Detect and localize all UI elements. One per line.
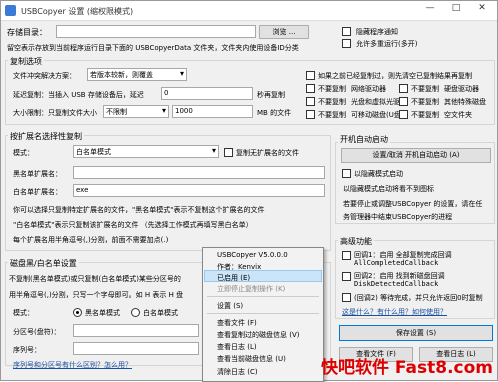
- allow-multi-checkbox[interactable]: [342, 39, 351, 48]
- size-limit-select[interactable]: 不限制: [103, 105, 169, 118]
- clear-before-copy-checkbox[interactable]: [306, 71, 315, 80]
- menu-item-enabled[interactable]: 已启用 (E): [217, 273, 250, 283]
- hide-notify-label: 隐藏程序通知: [356, 28, 398, 36]
- disk-mode-label: 模式：: [13, 309, 34, 317]
- delay-input[interactable]: 0: [161, 87, 253, 100]
- no-copy-label: 不要复制: [411, 111, 439, 119]
- delay-label: 延迟复制：当插入 USB 存储设备后，延迟: [13, 91, 144, 99]
- no-copy-label: 不要复制: [411, 98, 439, 106]
- conflict-select[interactable]: 若版本较新，则覆盖: [87, 68, 187, 81]
- extension-filter-title: 按扩展名选择性复制: [8, 131, 84, 142]
- startup-desc-2: 若要停止或调整USBCopyer 的设置，请在任: [343, 200, 483, 208]
- no-copy-label: 不要复制: [318, 85, 346, 93]
- serial-input[interactable]: [73, 342, 199, 355]
- serial-help-link[interactable]: 序列号和分区号有什么区别？怎么用？: [13, 360, 132, 370]
- menu-item-view-copied[interactable]: 查看复制过的磁盘信息 (V): [217, 330, 299, 340]
- no-copy-empty-folder-label: 空文件夹: [444, 111, 472, 119]
- browse-button[interactable]: 浏览 ...: [259, 25, 309, 39]
- blacklist-ext-input[interactable]: [73, 166, 325, 179]
- minimize-icon[interactable]: —: [417, 3, 443, 19]
- partition-label: 分区号(盘符)：: [13, 328, 61, 336]
- menu-header-version: USBCopyer V5.0.0.0: [217, 251, 288, 259]
- whitelist-mode-radio[interactable]: [131, 308, 140, 317]
- advanced-title: 高级功能: [338, 236, 374, 247]
- title-bar: USBCopyer 设置 (缩权限模式) — □ ✕: [1, 1, 497, 21]
- startup-desc-1: 以隐藏模式启动将看不到图标: [343, 185, 434, 193]
- clear-before-copy-label: 如果之前已经复制过，则先清空已复制结果再复制: [318, 72, 472, 80]
- size-unit: MB 的文件: [257, 109, 292, 117]
- ext-desc-2: "白名单模式"表示只复制该扩展名的文件 （先选择工作模式再填写黑白名单）: [13, 221, 253, 229]
- advanced-help-link[interactable]: 这是什么？有什么用？如何使用？: [342, 307, 447, 317]
- menu-item-view-current[interactable]: 查看当前磁盘信息 (U): [217, 354, 286, 364]
- close-icon[interactable]: ✕: [469, 3, 495, 19]
- ext-desc-1: 你可以选择只复制特定扩展名的文件，"黑名单模式"表示不复制这个扩展名的文件: [13, 206, 265, 214]
- no-copy-network-label: 网络驱动器: [351, 85, 386, 93]
- no-copy-cdrom-label: 光盘和虚拟光驱: [351, 98, 400, 106]
- watermark: 快吧软件 Fast8.com: [320, 358, 493, 378]
- blacklist-ext-label: 黑名单扩展名：: [13, 170, 62, 178]
- no-copy-label: 不要复制: [411, 85, 439, 93]
- copy-no-ext-checkbox[interactable]: [224, 148, 233, 157]
- menu-item-view-file[interactable]: 查看文件 (F): [217, 318, 257, 328]
- app-icon: [5, 5, 16, 16]
- tray-context-menu: USBCopyer V5.0.0.0 作者：Kenvix 已启用 (E) 立即停…: [202, 247, 324, 382]
- ext-mode-label: 模式：: [13, 149, 34, 157]
- whitelist-ext-label: 白名单扩展名：: [13, 188, 62, 196]
- window-title: USBCopyer 设置 (缩权限模式): [21, 7, 134, 16]
- disk-filter-title: 磁盘黑/白名单设置: [8, 258, 79, 269]
- menu-separator: [207, 313, 319, 314]
- serial-label: 序列号：: [13, 346, 41, 354]
- size-limit-input[interactable]: 1000: [172, 105, 253, 118]
- hidden-start-checkbox[interactable]: [342, 169, 351, 178]
- disk-desc-2: 用半角逗号(,)分割，只写一个字母即可。如 H 表示 H 盘: [9, 291, 184, 299]
- no-copy-special-label: 其他特殊磁盘: [444, 98, 486, 106]
- callback2-wait-label: (回调2) 等待完成，并只允许返回0时复制: [354, 294, 483, 302]
- save-settings-button[interactable]: 保存设置 (S): [339, 325, 493, 341]
- no-copy-label: 不要复制: [318, 111, 346, 119]
- storage-hint: 留空表示存放到当前程序运行目录下面的 USBCopyerData 文件夹，文件夹…: [7, 44, 299, 52]
- callback2-checkbox[interactable]: [342, 272, 351, 281]
- startup-title: 开机自动启动: [338, 134, 390, 145]
- storage-label: 存储目录：: [7, 28, 47, 37]
- ext-mode-select[interactable]: 白名单模式: [73, 145, 219, 158]
- toggle-autostart-button[interactable]: 设置/取消 开机自动启动 (A): [341, 148, 491, 163]
- whitelist-ext-input[interactable]: exe: [73, 184, 325, 197]
- no-copy-empty-folder-checkbox[interactable]: [399, 110, 408, 119]
- callback1-checkbox[interactable]: [342, 251, 351, 260]
- no-copy-removable-label: 可移动磁盘(U盘): [351, 111, 404, 119]
- size-label: 大小限制：只复制文件大小: [13, 109, 97, 117]
- ext-desc-3: 每个扩展名用半角逗号(,)分割，前面不需要加点(.): [13, 236, 169, 244]
- callback2-name: DiskDetectedCallback: [354, 280, 439, 288]
- copy-no-ext-label: 复制无扩展名的文件: [236, 149, 299, 157]
- copy-options-title: 复制选项: [8, 56, 44, 67]
- no-copy-network-checkbox[interactable]: [306, 84, 315, 93]
- whitelist-mode-label: 白名单模式: [143, 309, 178, 317]
- menu-separator: [207, 296, 319, 297]
- maximize-icon[interactable]: □: [443, 3, 469, 19]
- hidden-start-label: 以隐藏模式启动: [354, 170, 403, 178]
- callback1-name: AllCompletedCallback: [354, 259, 439, 267]
- menu-item-stop-copy[interactable]: 立即停止复制操作 (K): [217, 284, 285, 294]
- no-copy-special-checkbox[interactable]: [399, 97, 408, 106]
- no-copy-harddisk-checkbox[interactable]: [399, 84, 408, 93]
- delay-unit: 秒再复制: [257, 91, 285, 99]
- conflict-label: 文件冲突解决方案：: [13, 72, 76, 80]
- hide-notify-checkbox[interactable]: [342, 27, 351, 36]
- no-copy-harddisk-label: 硬盘驱动器: [444, 85, 479, 93]
- no-copy-label: 不要复制: [318, 98, 346, 106]
- callback2-wait-checkbox[interactable]: [342, 293, 351, 302]
- allow-multi-label: 允许多重运行(多开): [356, 40, 418, 48]
- startup-desc-3: 务管理器中结束USBCopyer的进程: [343, 213, 453, 221]
- menu-item-view-log[interactable]: 查看日志 (L): [217, 342, 257, 352]
- blacklist-mode-label: 黑名单模式: [85, 309, 120, 317]
- menu-item-clear-log[interactable]: 清除日志 (C): [217, 367, 258, 377]
- no-copy-removable-checkbox[interactable]: [306, 110, 315, 119]
- blacklist-mode-radio[interactable]: [73, 308, 82, 317]
- menu-item-settings[interactable]: 设置 (S): [217, 301, 243, 311]
- partition-input[interactable]: [73, 324, 199, 337]
- disk-desc-1: 不复制(黑名单模式)或只复制(白名单模式)某些分区号的: [9, 275, 181, 283]
- no-copy-cdrom-checkbox[interactable]: [306, 97, 315, 106]
- settings-window: USBCopyer 设置 (缩权限模式) — □ ✕ 存储目录： 浏览 ... …: [0, 0, 498, 382]
- storage-dir-input[interactable]: [56, 25, 256, 38]
